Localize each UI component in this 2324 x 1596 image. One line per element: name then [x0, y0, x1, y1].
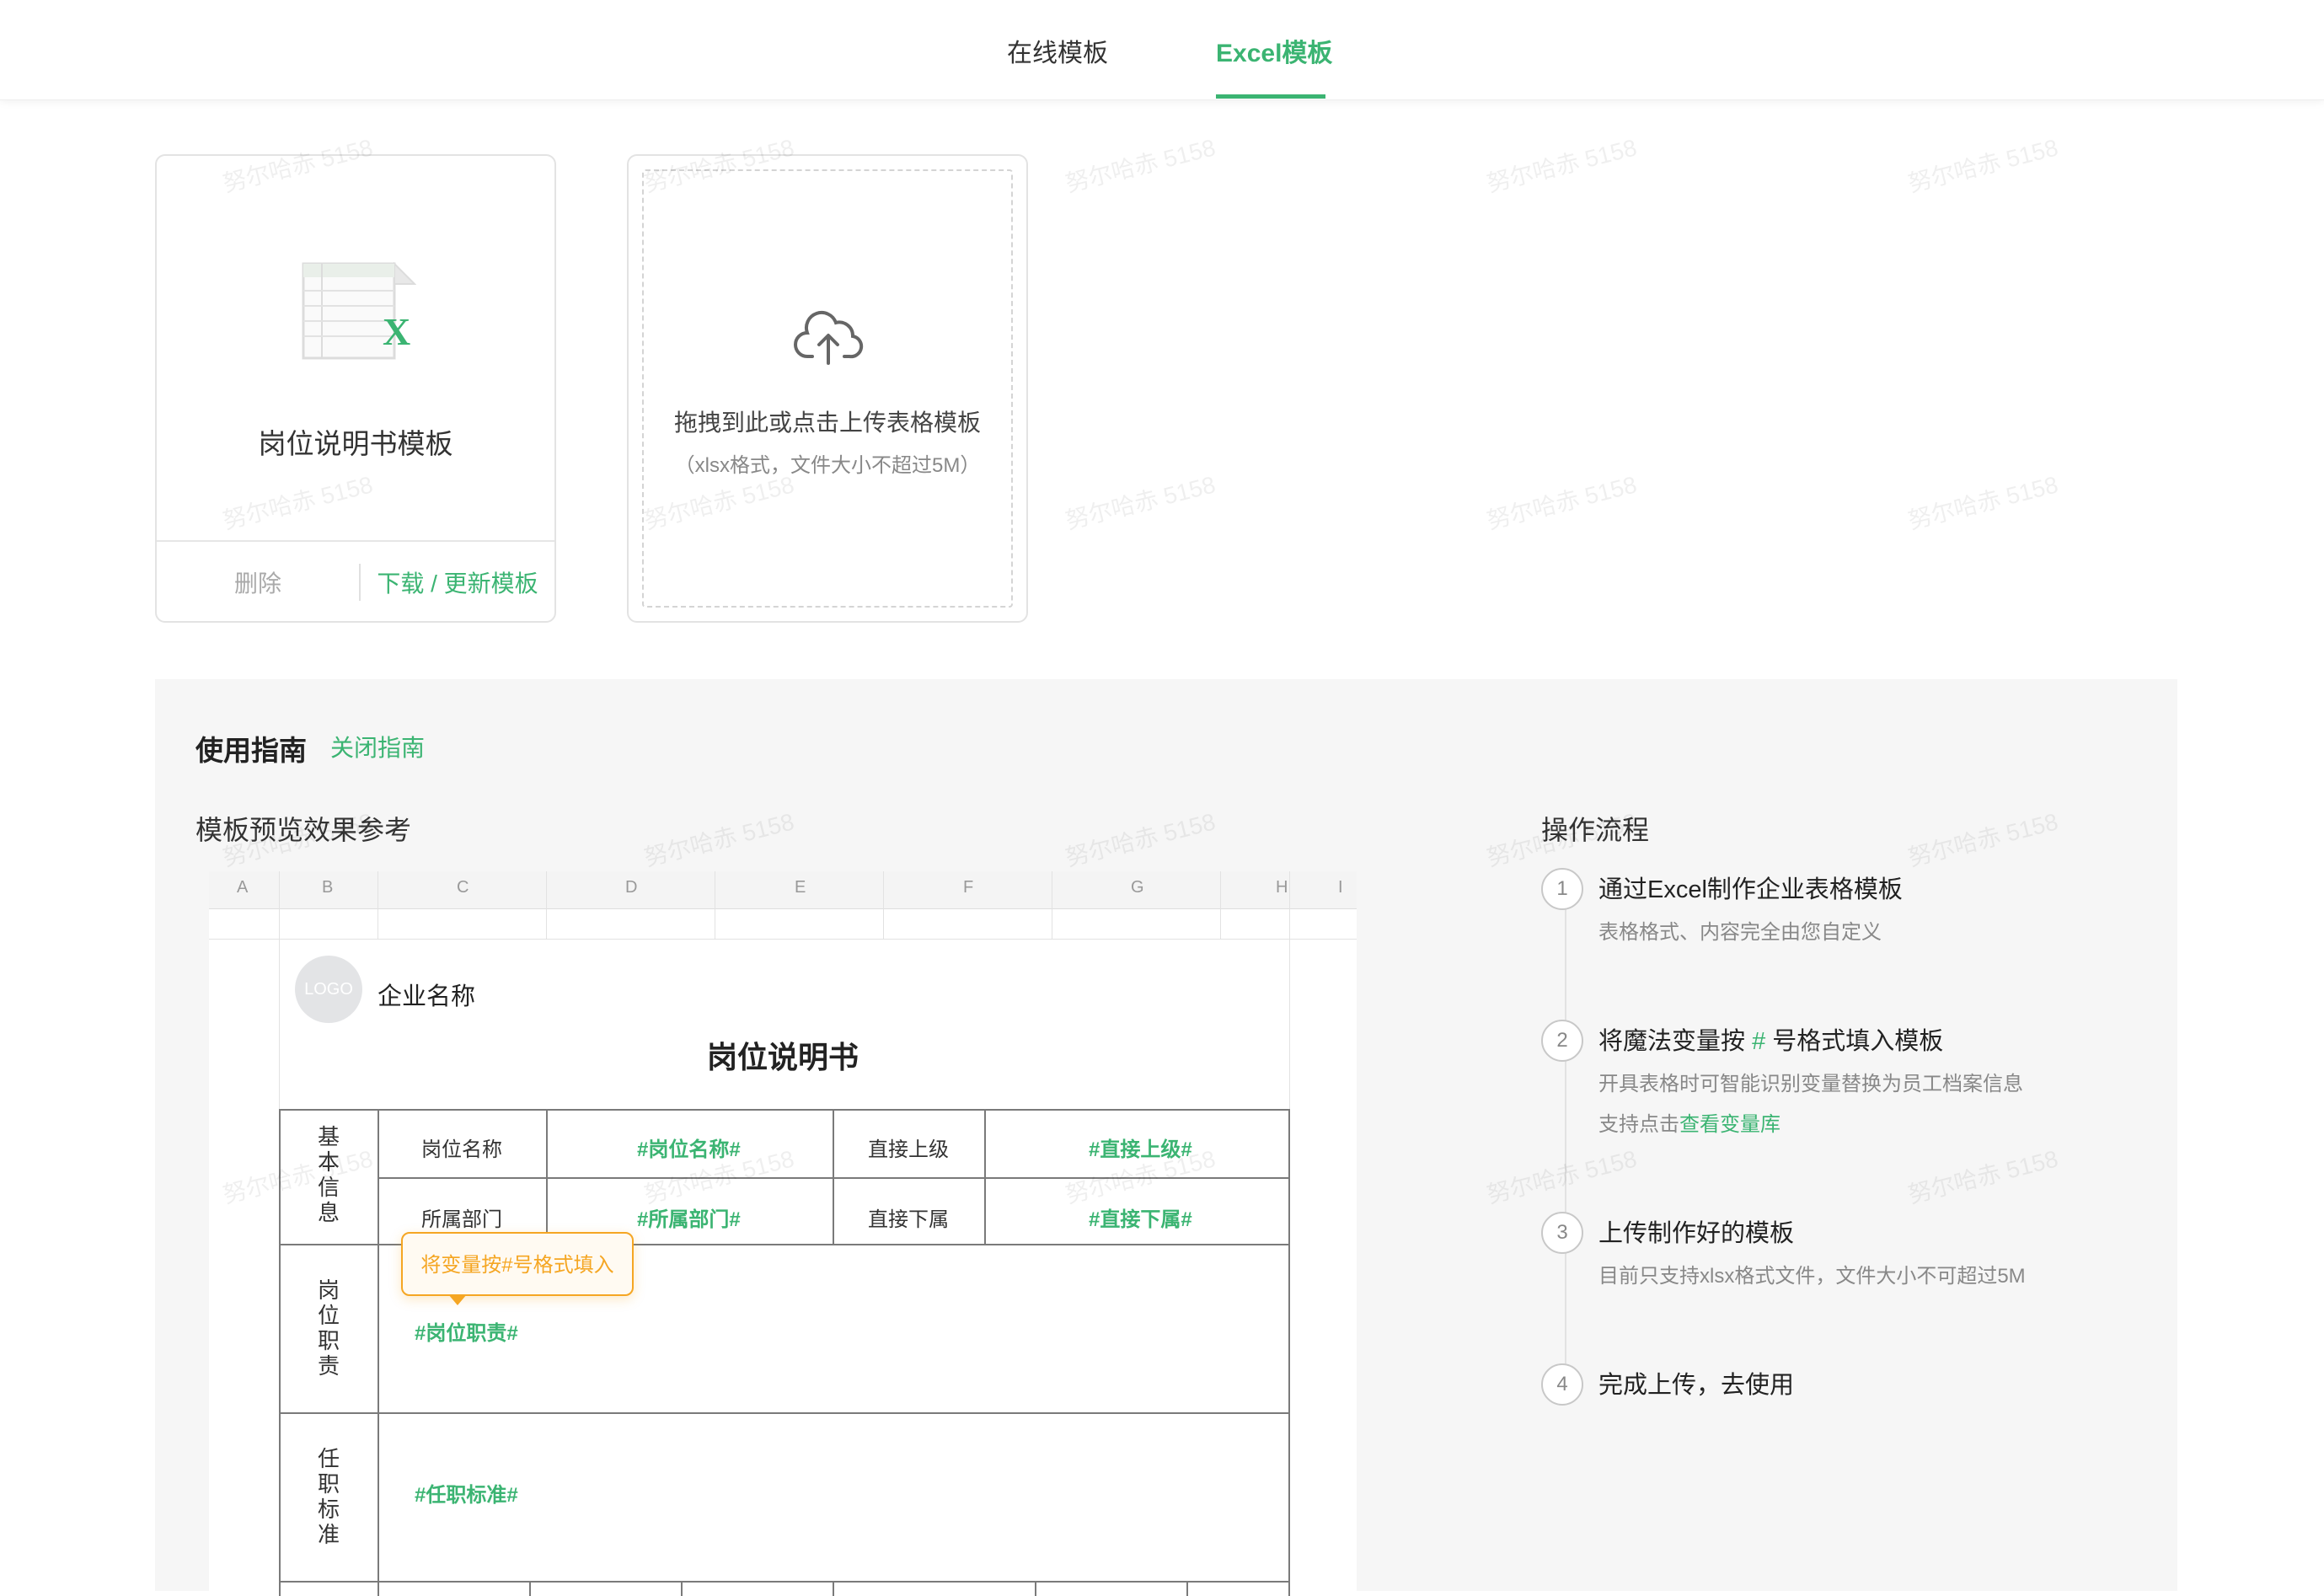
- grid-line: [883, 871, 884, 939]
- step-title: 将魔法变量按 # 号格式填入模板: [1598, 1021, 1943, 1057]
- usage-guide-panel: 使用指南 关闭指南 模板预览效果参考 操作流程 A B C D E F G H …: [155, 679, 2177, 1596]
- table-border: [833, 1109, 834, 1245]
- step-desc-part: 支持点击: [1598, 1113, 1679, 1136]
- watermark: 努尔哈赤 5158: [1484, 134, 1640, 197]
- col-header: H: [1276, 878, 1288, 897]
- table-border: [833, 1581, 834, 1596]
- table-border: [1288, 1109, 1290, 1596]
- preview-title: 模板预览效果参考: [195, 815, 412, 845]
- guide-title: 使用指南: [195, 735, 307, 766]
- var-direct-superior: #直接上级#: [1089, 1138, 1192, 1161]
- excel-file-icon: X: [302, 262, 416, 360]
- template-card-title: 岗位说明书模板: [258, 428, 453, 459]
- label-department: 所属部门: [421, 1208, 502, 1231]
- step-number: 4: [1541, 1363, 1583, 1406]
- table-border: [279, 1109, 281, 1596]
- col-header: I: [1338, 878, 1343, 897]
- var-duty: #岗位职责#: [415, 1322, 518, 1345]
- step-desc: 表格格式、内容完全由您自定义: [1598, 921, 1882, 944]
- watermark: 努尔哈赤 5158: [1063, 471, 1218, 534]
- svg-text:X: X: [383, 310, 410, 353]
- label-direct-subordinate: 直接下属: [868, 1208, 949, 1231]
- close-guide-link[interactable]: 关闭指南: [330, 730, 425, 763]
- table-border: [279, 1581, 1290, 1583]
- table-border: [529, 1581, 531, 1596]
- col-header: E: [795, 878, 806, 897]
- grid-line: [546, 871, 547, 939]
- template-preview-sheet: A B C D E F G H I LOGO 企业名称 岗位说明书 基本信息 岗…: [209, 871, 1357, 1596]
- download-update-template-button[interactable]: 下载 / 更新模板: [361, 565, 554, 599]
- step-desc-2: 支持点击查看变量库: [1598, 1107, 1780, 1137]
- table-border: [546, 1109, 548, 1245]
- watermark: 努尔哈赤 5158: [1905, 134, 2061, 197]
- delete-button[interactable]: 删除: [157, 565, 359, 599]
- dropzone-border: [642, 169, 1013, 608]
- company-name: 企业名称: [378, 983, 476, 1010]
- col-header: A: [237, 878, 249, 897]
- flow-title: 操作流程: [1541, 815, 1650, 845]
- section-basic-info: 基本信息: [317, 1124, 340, 1225]
- template-card-footer: 删除 下载 / 更新模板: [157, 540, 554, 621]
- step-title-part: 将魔法变量按: [1598, 1028, 1753, 1055]
- view-variable-library-link[interactable]: 查看变量库: [1679, 1113, 1780, 1136]
- step-title: 上传制作好的模板: [1598, 1220, 1795, 1247]
- document-title: 岗位说明书: [706, 1040, 859, 1074]
- watermark: 努尔哈赤 5158: [1484, 471, 1640, 534]
- col-header: G: [1131, 878, 1144, 897]
- table-border: [279, 1109, 1290, 1111]
- step-desc: 开具表格时可智能识别变量替换为员工档案信息: [1598, 1073, 2023, 1095]
- column-header-row: A B C D E F G H I: [209, 871, 1357, 909]
- step-number: 2: [1541, 1020, 1583, 1062]
- table-border: [984, 1109, 986, 1245]
- active-tab-indicator: [1216, 94, 1325, 99]
- upload-dropzone[interactable]: 拖拽到此或点击上传表格模板 （xlsx格式，文件大小不超过5M）: [627, 154, 1028, 623]
- tooltip-arrow: [448, 1294, 467, 1305]
- section-requirement: 任职标准: [317, 1446, 340, 1547]
- tab-excel-template[interactable]: Excel模板: [1216, 32, 1332, 69]
- tab-online-template[interactable]: 在线模板: [1007, 32, 1108, 69]
- hash-format-tooltip: 将变量按#号格式填入: [401, 1232, 634, 1296]
- grid-line: [1220, 871, 1221, 939]
- col-header: C: [457, 878, 469, 897]
- section-duty: 岗位职责: [317, 1277, 340, 1379]
- col-header: F: [963, 878, 974, 897]
- step-desc: 目前只支持xlsx格式文件，文件大小不可超过5M: [1598, 1265, 2026, 1288]
- label-direct-superior: 直接上级: [868, 1138, 949, 1161]
- table-border: [681, 1581, 683, 1596]
- var-direct-subordinate: #直接下属#: [1089, 1208, 1192, 1231]
- col-header: D: [625, 878, 638, 897]
- template-card[interactable]: X 岗位说明书模板 删除 下载 / 更新模板: [155, 154, 556, 623]
- watermark: 努尔哈赤 5158: [1063, 134, 1218, 197]
- label-position-name: 岗位名称: [421, 1138, 502, 1161]
- step-title: 完成上传，去使用: [1598, 1372, 1795, 1399]
- grid-line: [279, 871, 280, 908]
- var-department: #所属部门#: [637, 1208, 741, 1231]
- var-requirement: #任职标准#: [415, 1484, 518, 1507]
- upload-instruction: 拖拽到此或点击上传表格模板: [673, 410, 981, 436]
- logo-placeholder: LOGO: [295, 956, 362, 1023]
- grid-line: [209, 939, 1357, 940]
- col-header: B: [322, 878, 334, 897]
- top-tab-bar: 在线模板 Excel模板: [0, 0, 2324, 100]
- watermark: 努尔哈赤 5158: [1905, 471, 2061, 534]
- step-number: 1: [1541, 868, 1583, 910]
- step-title-part: 号格式填入模板: [1765, 1028, 1944, 1055]
- hash-symbol: #: [1752, 1028, 1766, 1055]
- cloud-upload-icon: [794, 311, 864, 365]
- steps-timeline: [1565, 886, 1566, 1392]
- table-border: [1186, 1581, 1188, 1596]
- step-number: 3: [1541, 1212, 1583, 1254]
- table-border: [279, 1412, 1290, 1414]
- table-border: [378, 1109, 379, 1596]
- table-border: [1035, 1581, 1036, 1596]
- var-position-name: #岗位名称#: [637, 1138, 741, 1161]
- upload-format-hint: （xlsx格式，文件大小不超过5M）: [674, 454, 981, 477]
- step-title: 通过Excel制作企业表格模板: [1598, 876, 1903, 903]
